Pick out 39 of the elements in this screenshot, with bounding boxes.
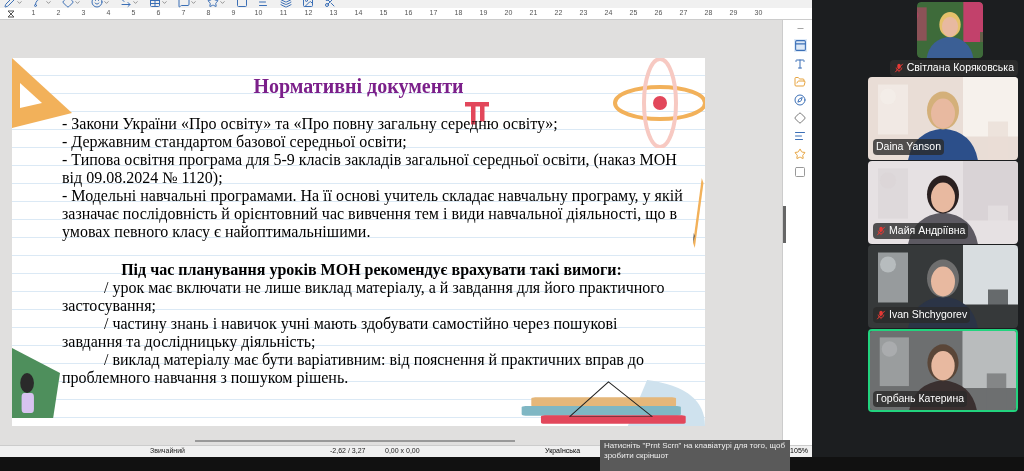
- dropdown-caret-icon[interactable]: [219, 0, 226, 6]
- dropdown-caret-icon[interactable]: [132, 0, 139, 6]
- participant-name: Світлана Коряковська: [906, 60, 1014, 76]
- participant-name: Горбань Катерина: [876, 391, 965, 407]
- styles-icon[interactable]: [794, 58, 806, 70]
- document-item: - Закони України «Про освіту» та «Про повну загальну середню освіту»;: [62, 115, 559, 133]
- slide-title: Нормативні документи: [253, 74, 464, 98]
- dropdown-caret-icon[interactable]: [16, 0, 23, 6]
- document-item: - Модельні навчальні програмами. На її основі учитель складає навчальну програму, у якій зазначає послідовність й орієнтовний час вивчення тем і види навчальної діяльності, що в умовах певного класу є найоптимальнішими.: [62, 187, 684, 241]
- horizontal-scrollbar[interactable]: [195, 440, 515, 442]
- requirement-item: / частину знань і навичок учні мають здобувати самостійно через пошукові завдання та дослідницьку діяльність;: [62, 315, 619, 351]
- animation-icon[interactable]: [794, 148, 806, 160]
- document-item: - Державним стандартом базової середньої освіти;: [62, 133, 408, 151]
- participant-name: Daina Yanson: [876, 139, 941, 155]
- dropdown-caret-icon[interactable]: [45, 0, 52, 6]
- requirement-item: / урок має включати не лише виклад матеріалу, а й завдання для його практичного застосування;: [62, 279, 666, 315]
- dropdown-caret-icon[interactable]: [103, 0, 110, 6]
- properties-icon[interactable]: [793, 39, 807, 52]
- master-slides-icon[interactable]: [794, 166, 806, 178]
- dropdown-caret-icon[interactable]: [190, 0, 197, 6]
- notification-text: Натисніть "Prnt Scrn" на клавіатурі для того, щоб: [604, 441, 786, 451]
- slide-transition-icon[interactable]: [794, 130, 806, 142]
- requirement-item: / виклад матеріалу має бути варіативним: від пояснення й практичних вправ до проблемного навчання з пошуком рішень.: [62, 351, 645, 387]
- participant-name: Майя Андріївна: [889, 223, 966, 239]
- notification-text: зробити скріншот: [604, 450, 670, 460]
- participant-name: Ivan Shchygorev: [889, 307, 968, 323]
- ruler-triangle-drawing: [12, 58, 72, 128]
- dropdown-caret-icon[interactable]: [74, 0, 81, 6]
- navigator-icon[interactable]: [794, 94, 806, 106]
- gallery-icon[interactable]: [794, 76, 806, 88]
- muted-microphone-icon: [893, 63, 904, 73]
- muted-microphone-icon: [876, 226, 886, 236]
- dropdown-caret-icon[interactable]: [161, 0, 168, 6]
- shapes-icon[interactable]: [794, 112, 806, 124]
- muted-microphone-icon: [876, 310, 886, 320]
- vertical-scrollbar[interactable]: [783, 206, 786, 243]
- document-item: - Типова освітня програма для 5-9 класів закладів загальної середньої освіти, (наказ МОН від 09.08.2024 № 1120);: [62, 151, 678, 187]
- tab-stop-icon: [6, 9, 15, 18]
- requirements-heading: Під час планування уроків МОН рекомендує врахувати такі вимоги:: [120, 261, 623, 279]
